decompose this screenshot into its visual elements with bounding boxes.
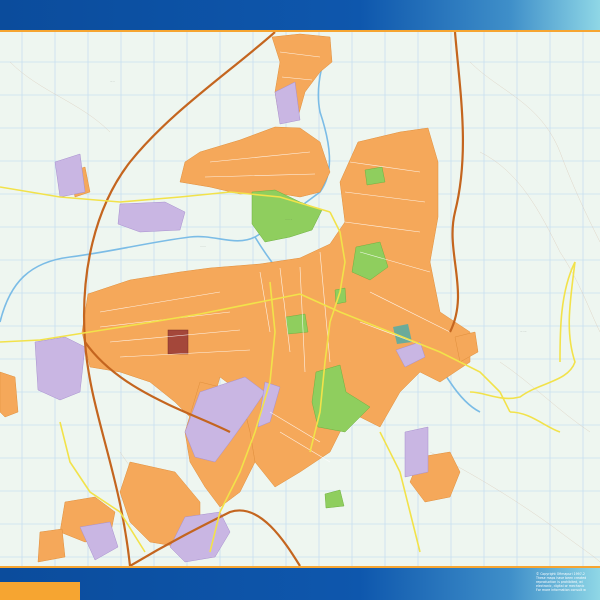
urban-areas	[0, 33, 479, 563]
copyright-notice: © Copyright Ofimapuri 1997-2 These maps …	[536, 572, 594, 592]
svg-text:··· ··: ··· ··	[110, 80, 115, 83]
svg-text:·· ··· ··: ·· ··· ··	[285, 218, 292, 221]
legend-tab	[0, 582, 80, 600]
city-map[interactable]: ·· ··· ·· ·· ···· ··· ·· ··· ····	[0, 32, 600, 566]
map-canvas: ·· ··· ·· ·· ···· ··· ·· ··· ····	[0, 32, 600, 566]
header-bar	[0, 0, 600, 30]
special-zone	[167, 329, 189, 355]
copyright-line: For more information consult w	[536, 588, 586, 592]
map-poster: ·· ··· ·· ·· ···· ··· ·· ··· ···· © Copy…	[0, 0, 600, 600]
svg-text:·· ····: ·· ····	[200, 245, 206, 248]
svg-text:··· ····: ··· ····	[520, 330, 527, 333]
footer-bar	[0, 568, 600, 600]
